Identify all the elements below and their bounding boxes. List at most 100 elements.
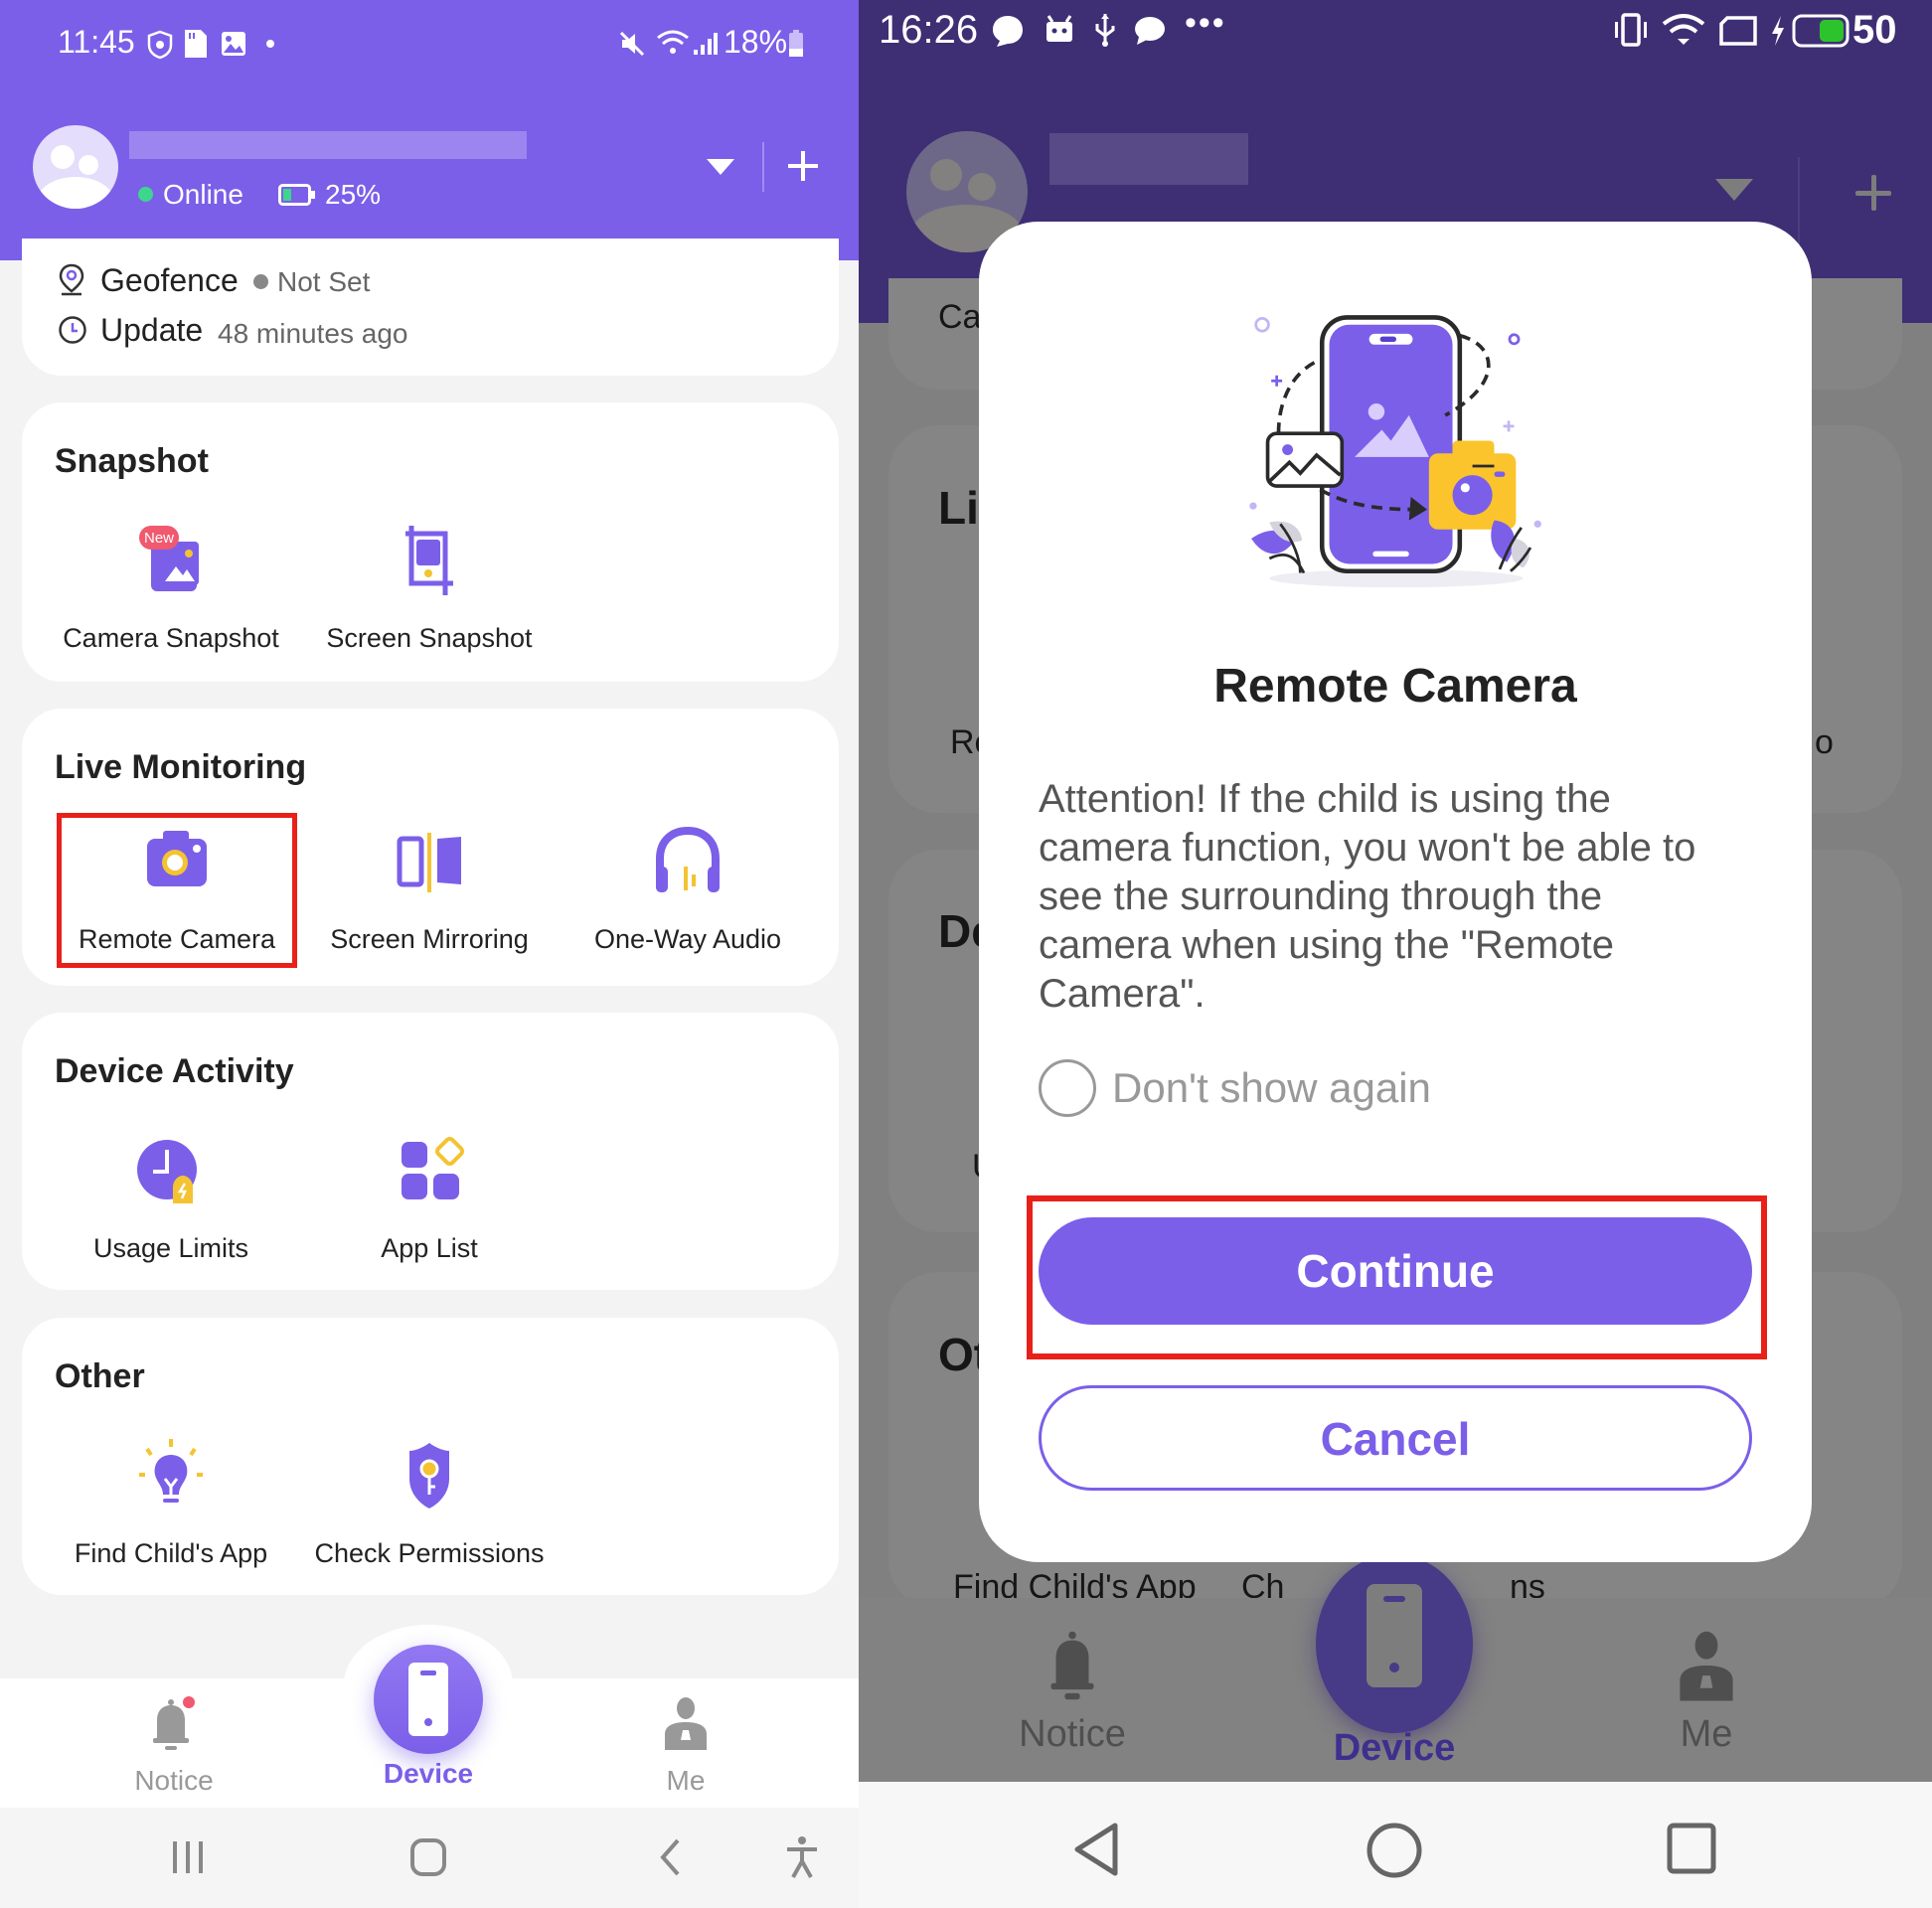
dialog-message: Attention! If the child is using the cam… (1039, 777, 1696, 1016)
nav-me: Me (1622, 1628, 1791, 1756)
remote-camera-icon (147, 831, 207, 886)
blurred-profile-name (1049, 133, 1248, 185)
profile-header: 11:45 18% Online 25% (0, 0, 859, 260)
system-nav-bar (859, 1782, 1932, 1908)
header-divider (1798, 157, 1800, 246)
geofence-status-dot (253, 274, 268, 289)
avatar[interactable] (33, 125, 118, 209)
recent-apps-icon[interactable] (171, 1839, 205, 1875)
back-icon[interactable] (658, 1837, 682, 1877)
recent-apps-icon[interactable] (1666, 1822, 1717, 1875)
accessibility-icon[interactable] (785, 1835, 819, 1879)
dropdown-icon (1715, 179, 1753, 201)
nav-label: Me (1680, 1713, 1733, 1755)
cast-icon (1719, 16, 1757, 46)
dialog-title: Remote Camera (1213, 660, 1577, 713)
mute-icon (619, 31, 645, 57)
app-list-icon (402, 1136, 465, 1199)
continue-button[interactable]: Continue (1039, 1217, 1752, 1325)
screen-mirroring-tile[interactable]: Screen Mirroring (310, 823, 549, 955)
status-battery-level: 50 (1852, 8, 1897, 52)
lightbulb-icon (139, 1439, 203, 1503)
screen-mirroring-icon (397, 833, 461, 892)
device-activity-card: Device Activity Usage Limits App List (22, 1013, 839, 1290)
tile-label: Remote Camera (78, 924, 276, 954)
tile-label: Screen Snapshot (326, 623, 533, 653)
add-device-icon[interactable] (788, 151, 818, 181)
right-screen: 16:26 ••• 50 Ca Li Re o De U Ot Find Chi… (859, 0, 1932, 1908)
find-childs-app-tile[interactable]: Find Child's App (52, 1437, 290, 1569)
bell-icon (153, 1696, 195, 1750)
check-permissions-tile[interactable]: Check Permissions (310, 1437, 549, 1569)
message-icon (1135, 17, 1165, 45)
person-icon (1680, 1631, 1733, 1701)
section-title: Other (55, 1357, 145, 1395)
usage-limits-icon (137, 1140, 197, 1203)
tile-label: Screen Mirroring (330, 924, 529, 954)
status-battery-percent: 18% (724, 24, 788, 60)
other-card: Other Find Child's App Check Permissions (22, 1318, 839, 1595)
remote-camera-tile[interactable]: Remote Camera (58, 823, 296, 955)
update-value: 48 minutes ago (218, 318, 408, 349)
add-device-icon (1855, 175, 1891, 211)
device-info-card: Geofence Not Set Update 48 minutes ago (22, 238, 839, 376)
checkbox-circle-icon[interactable] (1039, 1059, 1096, 1117)
app-list-tile[interactable]: App List (310, 1132, 549, 1264)
status-time: 16:26 (879, 8, 979, 52)
section-title: Snapshot (55, 442, 209, 480)
charging-icon (1772, 16, 1784, 46)
device-battery-icon (278, 184, 315, 206)
home-icon[interactable] (1366, 1822, 1423, 1879)
cancel-button[interactable]: Cancel (1039, 1385, 1752, 1491)
online-status-dot (138, 187, 153, 202)
shield-key-icon (409, 1443, 449, 1509)
device-battery-percent: 25% (325, 179, 382, 210)
dropdown-icon[interactable] (707, 159, 734, 175)
location-pin-icon (59, 263, 84, 296)
dont-show-again-checkbox[interactable]: Don't show again (1039, 1058, 1431, 1118)
online-status: Online (163, 179, 243, 210)
blurred-profile-name (129, 131, 527, 159)
wifi-icon (657, 30, 689, 54)
headphones-icon (656, 826, 720, 892)
screen-snapshot-tile[interactable]: Screen Snapshot (310, 522, 549, 654)
nav-device[interactable]: Device (364, 1645, 493, 1790)
nav-notice: Notice (988, 1628, 1157, 1756)
wifi-icon (1662, 14, 1705, 45)
section-title: Live Monitoring (55, 748, 307, 786)
dimmed-text: o (1815, 723, 1834, 761)
usb-icon (1095, 14, 1115, 47)
bell-icon (1050, 1631, 1094, 1700)
gallery-status-icon (222, 32, 245, 56)
device-nav-circle (374, 1645, 483, 1754)
one-way-audio-tile[interactable]: One-Way Audio (568, 823, 807, 955)
home-icon[interactable] (409, 1837, 447, 1877)
person-icon (665, 1697, 707, 1750)
header-divider (762, 142, 764, 192)
screen-snapshot-icon (405, 526, 453, 595)
geofence-value: Not Set (277, 266, 371, 297)
chat-bubble-icon (993, 16, 1023, 47)
dimmed-text: Ca (938, 298, 982, 336)
phone-icon (1367, 1584, 1422, 1687)
camera-snapshot-tile[interactable]: New Camera Snapshot (52, 522, 290, 654)
status-time: 11:45 (58, 24, 135, 60)
snapshot-card: Snapshot New Camera Snapshot Screen Snap… (22, 402, 839, 682)
back-icon[interactable] (1071, 1822, 1121, 1877)
nav-label: Notice (1019, 1713, 1126, 1755)
more-notifications-icon: ••• (1185, 4, 1226, 42)
battery-status-icon (789, 30, 803, 57)
nav-label: Device (383, 1758, 474, 1789)
new-badge: New (144, 530, 174, 547)
nav-me[interactable]: Me (621, 1694, 750, 1797)
nav-notice[interactable]: Notice (109, 1694, 239, 1797)
signal-icon (694, 33, 718, 55)
android-icon (1046, 15, 1072, 42)
battery-icon (1792, 14, 1850, 48)
usage-limits-tile[interactable]: Usage Limits (52, 1132, 290, 1264)
nav-label: Device (1333, 1727, 1456, 1769)
tile-label: Camera Snapshot (63, 623, 279, 653)
notification-dot-icon (266, 40, 274, 48)
tile-label: Usage Limits (92, 1233, 249, 1263)
nav-device: Device (1310, 1727, 1479, 1770)
